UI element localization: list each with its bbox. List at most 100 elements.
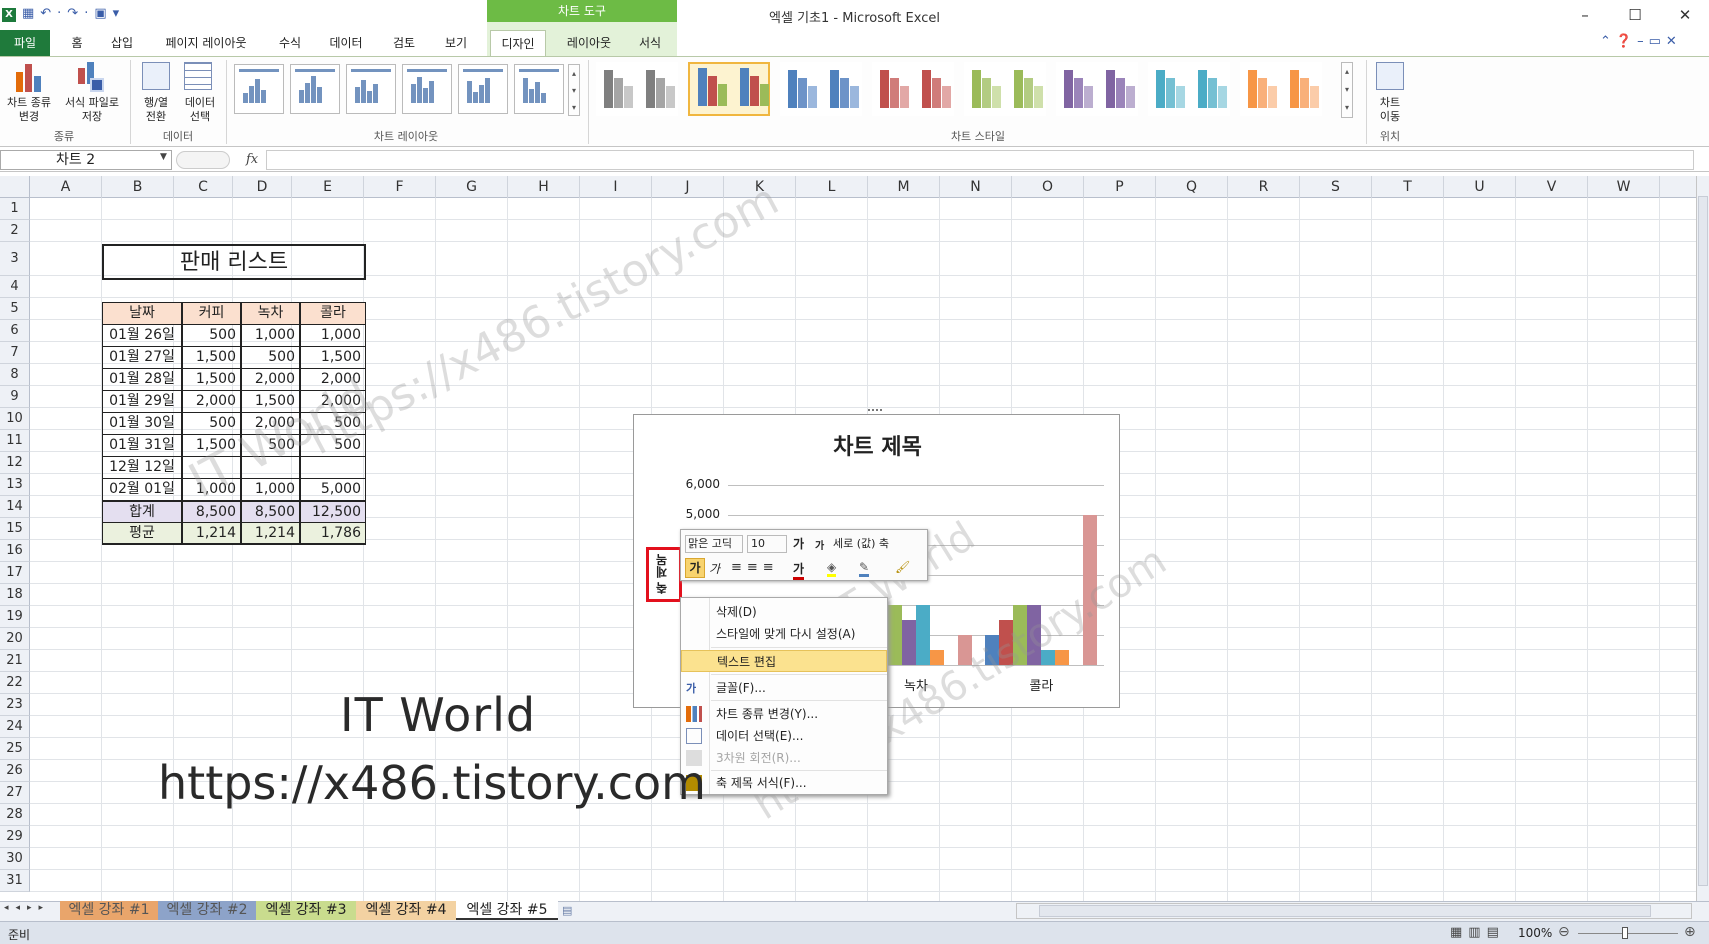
total-cell[interactable]: 합계 <box>102 500 182 523</box>
table-row-cell[interactable]: 01월 26일 <box>102 324 182 347</box>
row-header-27[interactable]: 27 <box>0 782 30 804</box>
table-row-cell[interactable]: 01월 29일 <box>102 390 182 413</box>
axis-title-selected[interactable]: 축 제목 <box>646 547 682 602</box>
zoom-slider-thumb[interactable] <box>1622 927 1628 939</box>
sheet-tab-1[interactable]: 엑셀 강좌 #1 <box>60 901 158 920</box>
table-row-cell[interactable]: 1,500 <box>182 346 241 369</box>
row-header-2[interactable]: 2 <box>0 220 30 242</box>
style-gallery-scroll[interactable]: ▴ ▾ ▾ <box>1341 62 1353 118</box>
maximize-button[interactable]: ☐ <box>1620 4 1650 26</box>
menu-item-delete[interactable]: 삭제(D) <box>681 601 887 623</box>
column-header-B[interactable]: B <box>102 176 174 198</box>
column-header-N[interactable]: N <box>940 176 1012 198</box>
row-header-5[interactable]: 5 <box>0 298 30 320</box>
chart-bar[interactable] <box>1055 650 1070 665</box>
outline-color-icon[interactable]: ✎ <box>859 560 870 577</box>
table-row-cell[interactable]: 1,000 <box>241 324 300 347</box>
font-color-icon[interactable]: 가 <box>793 560 805 580</box>
insert-sheet-icon[interactable]: ▤ <box>562 904 572 917</box>
zoom-in-icon[interactable]: ⊕ <box>1684 924 1696 940</box>
row-header-24[interactable]: 24 <box>0 716 30 738</box>
chart-layout-option[interactable] <box>346 64 396 114</box>
name-box[interactable]: 차트 2 <box>0 150 172 170</box>
column-header-V[interactable]: V <box>1516 176 1588 198</box>
tab-data[interactable]: 데이터 <box>322 30 370 56</box>
chart-style-option[interactable] <box>1056 62 1138 116</box>
sheet-tab-3[interactable]: 엑셀 강좌 #3 <box>256 901 356 920</box>
close-button[interactable]: ✕ <box>1670 4 1700 26</box>
chart-style-option[interactable] <box>1240 62 1322 116</box>
menu-item-change-chart-type[interactable]: 차트 종류 변경(Y)... <box>681 703 887 725</box>
sheet-tab-4[interactable]: 엑셀 강좌 #4 <box>356 901 456 920</box>
row-header-29[interactable]: 29 <box>0 826 30 848</box>
menu-item-format-axis-title[interactable]: 축 제목 서식(F)... <box>681 772 887 794</box>
column-header-F[interactable]: F <box>364 176 436 198</box>
column-header-E[interactable]: E <box>292 176 364 198</box>
minimize-button[interactable]: – <box>1570 4 1600 26</box>
italic-button[interactable]: 가 <box>709 560 720 577</box>
chart-title[interactable]: 차트 제목 <box>634 429 1121 461</box>
save-as-template-button[interactable]: 서식 파일로 저장 <box>58 96 126 124</box>
align-buttons[interactable]: ≡≡≡ <box>731 560 779 575</box>
table-header-cell[interactable]: 커피 <box>182 302 241 325</box>
table-row-cell[interactable]: 500 <box>182 324 241 347</box>
format-painter-icon[interactable]: 🖌 <box>895 560 910 574</box>
table-row-cell[interactable]: 01월 27일 <box>102 346 182 369</box>
chart-style-option[interactable] <box>688 62 770 116</box>
chart-layout-option[interactable] <box>234 64 284 114</box>
insert-function-icon[interactable]: fx <box>246 152 258 167</box>
chart-layout-option[interactable] <box>514 64 564 114</box>
row-header-21[interactable]: 21 <box>0 650 30 672</box>
row-header-12[interactable]: 12 <box>0 452 30 474</box>
chart-style-option[interactable] <box>1148 62 1230 116</box>
row-header-31[interactable]: 31 <box>0 870 30 892</box>
column-header-C[interactable]: C <box>174 176 233 198</box>
row-header-19[interactable]: 19 <box>0 606 30 628</box>
move-chart-button[interactable]: 차트 이동 <box>1368 96 1412 124</box>
horizontal-scrollbar[interactable] <box>1016 903 1692 919</box>
table-row-cell[interactable]: 1,500 <box>182 368 241 391</box>
zoom-level[interactable]: 100% <box>1518 926 1552 940</box>
chart-layout-option[interactable] <box>402 64 452 114</box>
chart-bar[interactable] <box>902 620 916 665</box>
table-row-cell[interactable]: 1,500 <box>300 346 366 369</box>
average-cell[interactable]: 1,214 <box>182 522 241 545</box>
help-icons[interactable]: ⌃❓–▭✕ <box>1600 34 1705 49</box>
row-header-20[interactable]: 20 <box>0 628 30 650</box>
chart-layout-option[interactable] <box>290 64 340 114</box>
sheet-tab-5[interactable]: 엑셀 강좌 #5 <box>456 901 558 920</box>
total-cell[interactable]: 12,500 <box>300 500 366 523</box>
table-header-cell[interactable]: 날짜 <box>102 302 182 325</box>
column-header-Q[interactable]: Q <box>1156 176 1228 198</box>
change-chart-type-button[interactable]: 차트 종류 변경 <box>0 96 58 124</box>
row-header-8[interactable]: 8 <box>0 364 30 386</box>
fill-color-icon[interactable]: ◈ <box>827 560 837 577</box>
table-row-cell[interactable]: 01월 28일 <box>102 368 182 391</box>
column-header-R[interactable]: R <box>1228 176 1300 198</box>
tab-design[interactable]: 디자인 <box>490 30 546 56</box>
shrink-font-button[interactable]: 가 <box>815 537 824 552</box>
table-row-cell[interactable]: 02월 01일 <box>102 478 182 501</box>
table-row-cell[interactable]: 1,000 <box>300 324 366 347</box>
view-buttons[interactable]: ▦▥▤ <box>1450 925 1505 940</box>
sheet-nav-buttons[interactable]: ◂◂▸▸ <box>4 903 50 913</box>
column-header-A[interactable]: A <box>30 176 102 198</box>
column-header-P[interactable]: P <box>1084 176 1156 198</box>
row-header-23[interactable]: 23 <box>0 694 30 716</box>
table-row-cell[interactable]: 12월 12일 <box>102 456 182 479</box>
chart-style-option[interactable] <box>964 62 1046 116</box>
layout-gallery-scroll[interactable]: ▴ ▾ ▾ <box>568 64 580 116</box>
row-header-3[interactable]: 3 <box>0 242 30 276</box>
chart-style-option[interactable] <box>872 62 954 116</box>
menu-item-font[interactable]: 글꼴(F)... <box>681 677 887 699</box>
column-header-H[interactable]: H <box>508 176 580 198</box>
menu-item-reset-style[interactable]: 스타일에 맞게 다시 설정(A) <box>681 623 887 645</box>
row-header-26[interactable]: 26 <box>0 760 30 782</box>
grow-font-button[interactable]: 가 <box>793 535 804 552</box>
row-header-6[interactable]: 6 <box>0 320 30 342</box>
bold-button[interactable]: 가 <box>685 558 705 578</box>
column-header-L[interactable]: L <box>796 176 868 198</box>
average-cell[interactable]: 1,786 <box>300 522 366 545</box>
column-header-W[interactable]: W <box>1588 176 1660 198</box>
table-header-cell[interactable]: 콜라 <box>300 302 366 325</box>
